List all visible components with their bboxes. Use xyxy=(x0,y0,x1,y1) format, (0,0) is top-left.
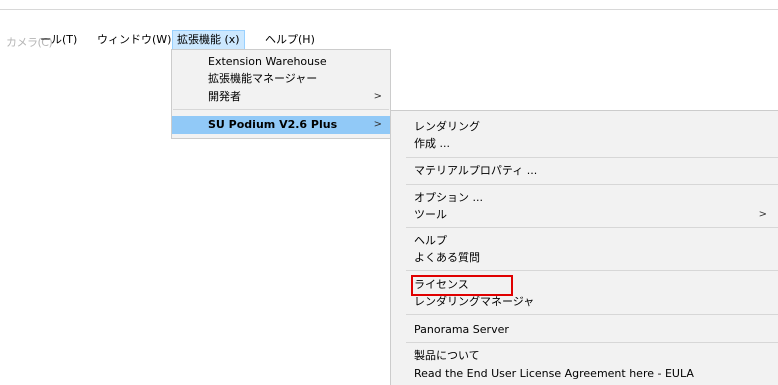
menu-separator xyxy=(406,157,778,158)
menu-item-help[interactable]: ヘルプ xyxy=(391,233,778,249)
menu-item-rendering-manager[interactable]: レンダリングマネージャ xyxy=(391,294,778,310)
menu-item-options[interactable]: オプション ... xyxy=(391,190,778,206)
podium-submenu: レンダリング 作成 ... マテリアルプロパティ ... オプション ... ツ… xyxy=(390,110,778,385)
menu-item-label: オプション ... xyxy=(414,191,483,204)
license-highlight-box xyxy=(411,275,513,296)
submenu-arrow-icon: > xyxy=(758,209,767,220)
menu-item-su-podium[interactable]: SU Podium V2.6 Plus > xyxy=(172,116,390,134)
extensions-menu: Extension Warehouse 拡張機能マネージャー 開発者 > SU … xyxy=(171,49,391,139)
menu-separator xyxy=(406,270,778,271)
menu-item-label: レンダリングマネージャ xyxy=(414,295,535,308)
menu-item-label: 拡張機能マネージャー xyxy=(208,72,318,85)
menubar-tools[interactable]: ール(T) xyxy=(36,30,81,50)
menu-separator xyxy=(406,184,778,185)
top-divider xyxy=(0,9,778,10)
menu-separator xyxy=(406,314,778,315)
menubar-window[interactable]: ウィンドウ(W) xyxy=(93,30,175,50)
menu-item-extension-manager[interactable]: 拡張機能マネージャー xyxy=(172,71,390,87)
menubar-help[interactable]: ヘルプ(H) xyxy=(261,30,319,50)
menubar-extensions[interactable]: 拡張機能 (x) xyxy=(172,30,245,50)
submenu-arrow-icon: > xyxy=(373,119,382,130)
menu-item-developer[interactable]: 開発者 > xyxy=(172,89,390,105)
menu-separator xyxy=(173,109,389,110)
menu-item-label: レンダリング xyxy=(414,120,480,133)
menu-item-faq[interactable]: よくある質問 xyxy=(391,250,778,266)
menu-item-label: マテリアルプロパティ ... xyxy=(414,164,538,177)
menu-item-label: 作成 ... xyxy=(414,137,450,150)
menu-item-label: Panorama Server xyxy=(414,323,509,336)
menubar: カメラ(C) ール(T) ウィンドウ(W) 拡張機能 (x) ヘルプ(H) xyxy=(0,30,778,50)
menu-item-tools[interactable]: ツール > xyxy=(391,207,778,223)
menu-separator xyxy=(406,342,778,343)
menu-item-label: 開発者 xyxy=(208,90,241,103)
menu-item-eula[interactable]: Read the End User License Agreement here… xyxy=(391,366,778,382)
menu-item-label: Read the End User License Agreement here… xyxy=(414,367,694,380)
menu-item-label: 製品について xyxy=(414,349,480,362)
menu-item-label: SU Podium V2.6 Plus xyxy=(208,118,338,131)
menu-item-material-properties[interactable]: マテリアルプロパティ ... xyxy=(391,163,778,179)
submenu-arrow-icon: > xyxy=(373,91,382,102)
menu-separator xyxy=(406,227,778,228)
menu-item-label: Extension Warehouse xyxy=(208,55,327,68)
menu-item-extension-warehouse[interactable]: Extension Warehouse xyxy=(172,54,390,70)
menu-item-label: ツール xyxy=(414,208,447,221)
menu-item-create[interactable]: 作成 ... xyxy=(391,136,778,152)
menu-item-about[interactable]: 製品について xyxy=(391,348,778,364)
menu-item-label: よくある質問 xyxy=(414,251,480,264)
menu-item-rendering[interactable]: レンダリング xyxy=(391,119,778,135)
menu-item-label: ヘルプ xyxy=(414,234,447,247)
screen: カメラ(C) ール(T) ウィンドウ(W) 拡張機能 (x) ヘルプ(H) Ex… xyxy=(0,0,778,385)
menu-item-panorama-server[interactable]: Panorama Server xyxy=(391,322,778,338)
